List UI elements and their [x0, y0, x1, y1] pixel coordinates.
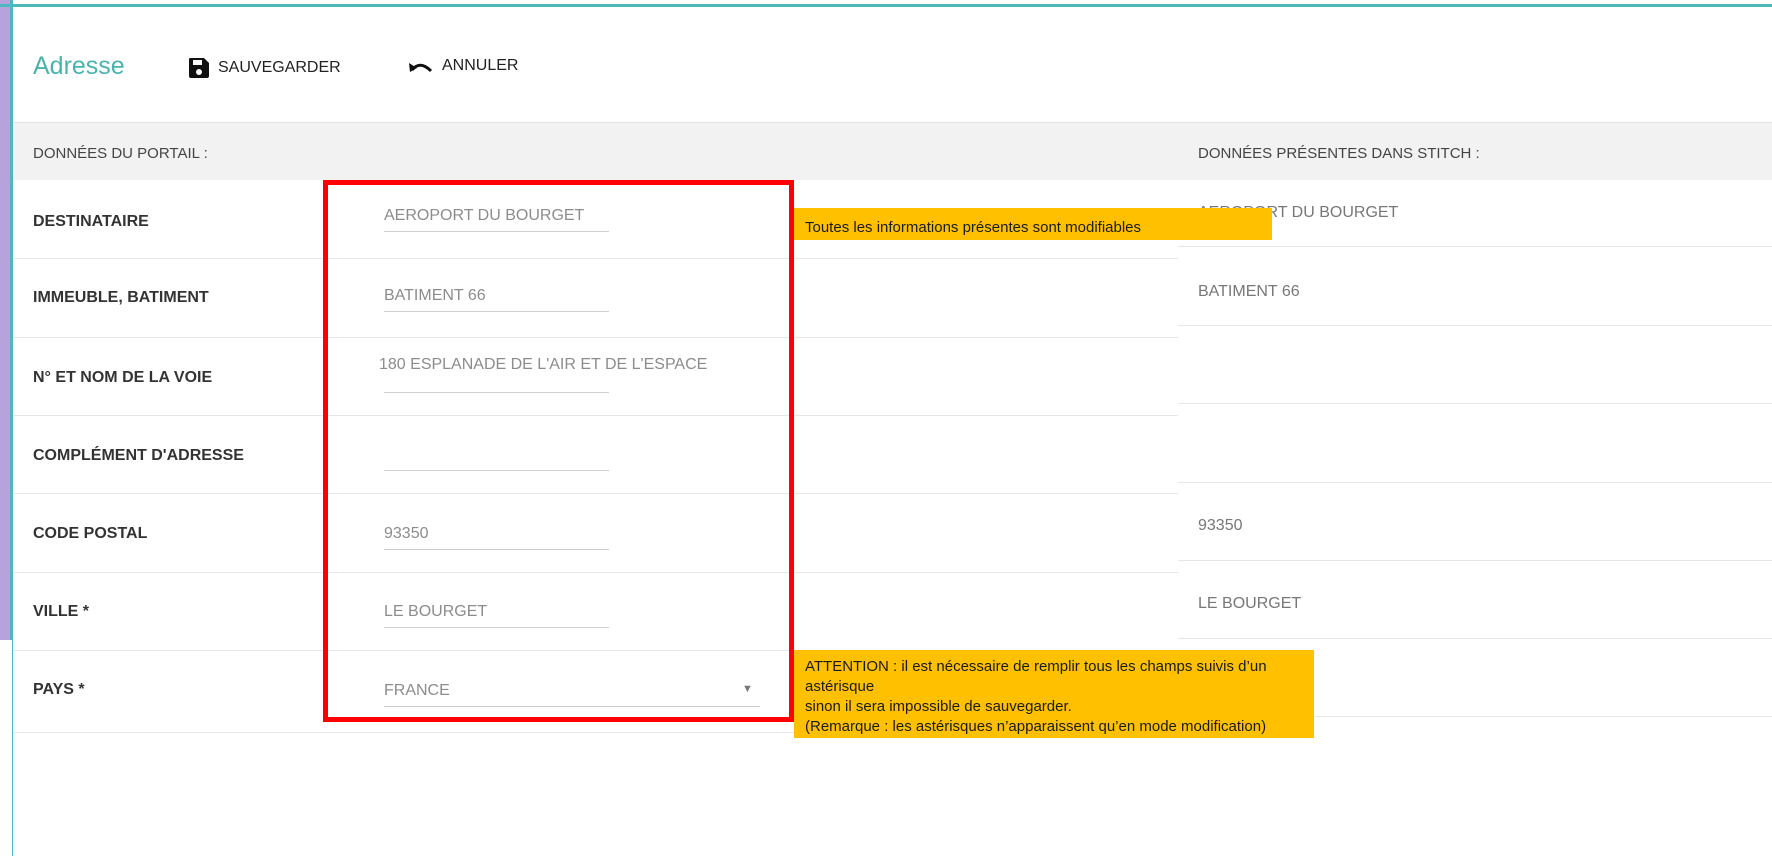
attention-callout: ATTENTION : il est nécessaire de remplir… [794, 650, 1314, 738]
label-destinataire: DESTINATAIRE [33, 213, 149, 230]
ville-field[interactable]: LE BOURGET [384, 597, 609, 628]
label-code-postal: CODE POSTAL [33, 525, 148, 542]
stitch-immeuble-batiment: BATIMENT 66 [1198, 283, 1300, 300]
floppy-disk-icon [188, 57, 210, 79]
stitch-data-title: DONNÉES PRÉSENTES DANS STITCH : [1198, 145, 1480, 162]
stitch-code-postal: 93350 [1198, 517, 1243, 534]
row-divider [1178, 325, 1772, 326]
cancel-button-label: ANNULER [442, 57, 519, 74]
label-pays: PAYS * [33, 681, 85, 698]
stitch-ville: LE BOURGET [1198, 595, 1302, 612]
page-title: Adresse [33, 52, 125, 80]
row-divider [13, 572, 1178, 573]
immeuble-batiment-field[interactable]: BATIMENT 66 [384, 281, 609, 312]
save-button-label: SAUVEGARDER [218, 59, 341, 76]
portal-data-title: DONNÉES DU PORTAIL : [33, 145, 208, 162]
row-divider [1178, 560, 1772, 561]
complement-adresse-field[interactable] [384, 440, 609, 471]
attention-text-line1: ATTENTION : il est nécessaire de remplir… [805, 658, 1267, 695]
attention-text-line3: (Remarque : les astérisques n’apparaisse… [805, 718, 1267, 735]
editable-note-text: Toutes les informations présentes sont m… [805, 219, 1142, 236]
row-divider [13, 337, 1178, 338]
row-divider [13, 493, 1178, 494]
label-ville: VILLE * [33, 603, 90, 620]
cancel-button[interactable]: ANNULER [408, 57, 518, 75]
label-complement-adresse: COMPLÉMENT D'ADRESSE [33, 447, 244, 464]
code-postal-field[interactable]: 93350 [384, 519, 609, 550]
row-divider [13, 258, 1178, 259]
numero-voie-field[interactable]: 180 ESPLANADE DE L'AIR ET DE L'ESPACE [379, 350, 755, 380]
frame-background [0, 640, 12, 856]
destinataire-field[interactable]: AEROPORT DU BOURGET [384, 201, 609, 232]
row-divider [1178, 403, 1772, 404]
row-divider [1178, 638, 1772, 639]
pays-select[interactable]: FRANCE [384, 676, 760, 707]
undo-arrow-icon [408, 57, 434, 75]
save-button[interactable]: SAUVEGARDER [188, 57, 341, 79]
section-header [13, 122, 1772, 180]
editable-note-callout: Toutes les informations présentes sont m… [794, 208, 1272, 240]
row-divider [1178, 482, 1772, 483]
attention-text-line2: sinon il sera impossible de sauvegarder. [805, 698, 1072, 715]
label-numero-voie: N° ET NOM DE LA VOIE [33, 369, 213, 386]
row-divider [13, 415, 1178, 416]
caret-down-icon[interactable]: ▼ [742, 683, 753, 695]
label-immeuble-batiment: IMMEUBLE, BATIMENT [33, 289, 209, 306]
row-divider [1178, 246, 1772, 247]
numero-voie-underline [384, 392, 609, 393]
